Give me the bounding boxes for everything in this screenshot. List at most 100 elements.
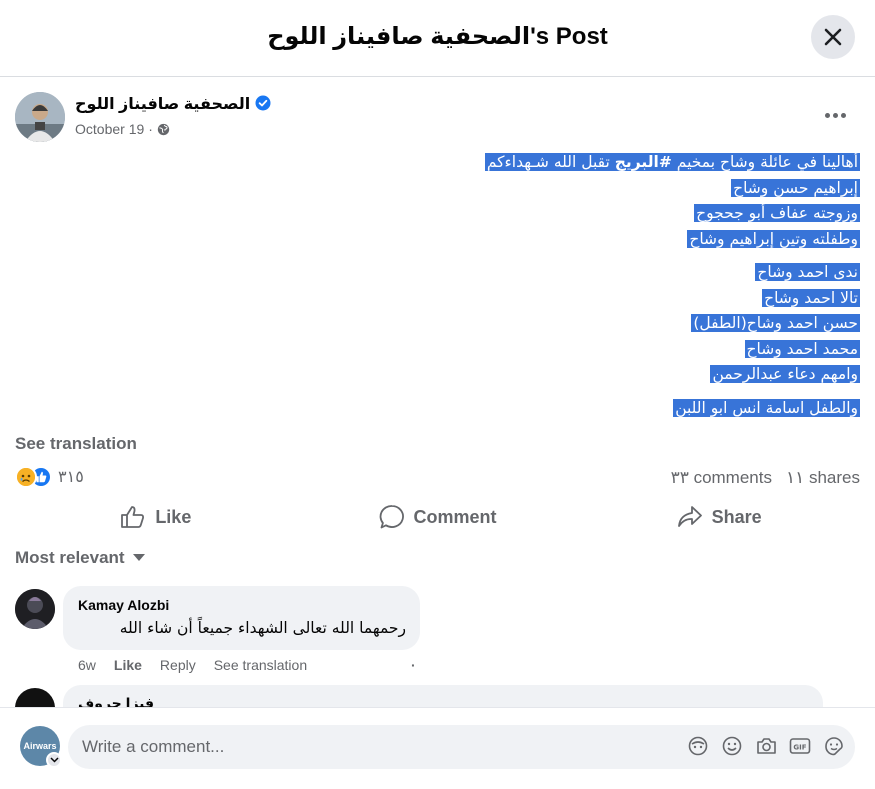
thumbs-up-icon <box>121 506 145 528</box>
comment-bubble: Kamay Alozbi رحمهما الله تعالى الشهداء ج… <box>63 586 420 650</box>
verified-badge-icon <box>255 95 271 111</box>
post-line: وطفلته وتين إبراهيم وشاح <box>160 227 860 253</box>
line-text: إبراهيم حسن وشاح <box>733 178 858 197</box>
comment-input[interactable] <box>82 725 662 769</box>
comment-bubble: فيزا حروف <box>63 685 823 707</box>
svg-text:GIF: GIF <box>793 744 806 752</box>
comment-label: Comment <box>413 506 497 527</box>
comments-count[interactable]: ٣٣ comments <box>671 468 772 488</box>
post-scroll-area[interactable]: الصحفية صافيناز اللوح October 19 · أهالي… <box>0 77 875 707</box>
post-date[interactable]: October 19 <box>75 121 144 137</box>
hashtag-link[interactable]: #البريج <box>615 153 672 171</box>
avatar-sticker-button[interactable] <box>687 735 709 757</box>
line-text: وامهم دعاء عبدالرحمن <box>712 365 858 383</box>
comment-time[interactable]: 6w <box>78 657 96 673</box>
line-text: وزوجته عفاف أبو جحجوح <box>696 204 858 222</box>
highlighted-text: تالا احمد وشاح <box>762 288 860 307</box>
line-text: والطفل اسامة انس ابو اللبن <box>675 398 858 417</box>
comment-see-translation-link[interactable]: See translation <box>214 657 307 673</box>
more-dot <box>840 112 846 118</box>
post-line: إبراهيم حسن وشاح <box>160 176 860 202</box>
comment-meta: 6w Like Reply See translation · <box>78 657 416 673</box>
reaction-count: ٣١٥ <box>58 469 84 486</box>
share-arrow-icon <box>677 506 702 527</box>
post-meta: October 19 · <box>75 121 170 137</box>
author-photo <box>15 92 65 142</box>
comment-composer: Airwars Write a comment... GIF <box>0 707 875 789</box>
close-button[interactable] <box>811 15 855 59</box>
post-text: أهالينا في عائلة وشاح بمخيم #البريج تقبل… <box>160 150 860 429</box>
comment-like-link[interactable]: Like <box>114 657 142 673</box>
post-actions: Like Comment Share <box>15 497 860 537</box>
post-line: أهالينا في عائلة وشاح بمخيم #البريج تقبل… <box>160 150 860 176</box>
author-name[interactable]: الصحفية صافيناز اللوح <box>75 94 250 114</box>
highlighted-text: والطفل اسامة انس ابو اللبن <box>673 398 860 417</box>
post-line: تالا احمد وشاح <box>160 286 860 312</box>
comment-meta-dot: · <box>411 657 416 673</box>
more-dots-icon <box>824 112 830 118</box>
comment-avatar[interactable] <box>15 589 55 629</box>
comment-bubble-icon <box>379 505 404 529</box>
caret-down-icon <box>132 554 145 561</box>
line-text: أهالينا في عائلة وشاح بمخيم <box>671 153 858 171</box>
post-paragraph: أهالينا في عائلة وشاح بمخيم #البريج تقبل… <box>160 150 860 252</box>
sticker-button[interactable] <box>823 735 845 757</box>
line-text: ندى احمد وشاح <box>757 263 858 281</box>
line-text: محمد احمد وشاح <box>746 339 858 358</box>
share-button[interactable]: Share <box>578 497 860 537</box>
comment-box: GIF <box>68 725 855 769</box>
highlighted-text: إبراهيم حسن وشاح <box>731 178 860 197</box>
highlighted-text: محمد احمد وشاح <box>744 339 860 358</box>
highlighted-text: وطفلته وتين إبراهيم وشاح <box>687 229 860 248</box>
profile-switch-button[interactable] <box>46 752 62 768</box>
line-text: تالا احمد وشاح <box>764 288 858 307</box>
chevron-down-icon <box>49 757 59 763</box>
reactions-summary[interactable]: ٣١٥ <box>15 466 84 488</box>
commenter-photo <box>15 589 55 629</box>
dialog-header: الصحفية صافيناز اللوح's Post <box>0 0 875 77</box>
engagement-counts: ٣٣ comments ١١ shares <box>671 468 860 488</box>
comment-text: رحمهما الله تعالى الشهداء جميعاً أن شاء … <box>119 619 406 637</box>
like-label: Like <box>155 506 192 527</box>
like-button[interactable]: Like <box>15 497 297 537</box>
comment-sort-dropdown[interactable]: Most relevant <box>15 548 145 568</box>
more-dot <box>832 112 838 118</box>
comment-author[interactable]: Kamay Alozbi <box>78 597 169 613</box>
comment-reply-link[interactable]: Reply <box>160 657 196 673</box>
post-options-button[interactable] <box>817 103 853 127</box>
comment-author[interactable]: فيزا حروف <box>78 695 154 707</box>
post-paragraph: ندى احمد وشاح تالا احمد وشاح حسن احمد وشاح… <box>160 260 860 388</box>
post-line: وزوجته عفاف أبو جحجوح <box>160 201 860 227</box>
highlighted-text: وزوجته عفاف أبو جحجوح <box>694 204 860 222</box>
line-text: وطفلته وتين إبراهيم وشاح <box>689 229 858 248</box>
meta-separator: · <box>148 121 153 137</box>
post-line: وامهم دعاء عبدالرحمن <box>160 362 860 388</box>
avatar-sticker-icon <box>688 736 708 756</box>
line-text: تقبل الله شـهداءكم <box>486 153 615 171</box>
see-translation-link[interactable]: See translation <box>15 434 137 454</box>
globe-icon <box>157 123 170 135</box>
composer-tools: GIF <box>687 735 845 757</box>
dialog-title: الصحفية صافيناز اللوح's Post <box>267 23 608 50</box>
gif-icon: GIF <box>789 738 811 754</box>
shares-count[interactable]: ١١ shares <box>786 468 860 488</box>
gif-button[interactable]: GIF <box>789 735 811 757</box>
comment-avatar[interactable] <box>15 688 55 707</box>
line-text: حسن احمد وشاح(الطفل) <box>693 314 858 332</box>
camera-icon <box>756 738 776 754</box>
sticker-icon <box>825 737 843 756</box>
highlighted-text: أهالينا في عائلة وشاح بمخيم #البريج تقبل… <box>484 153 860 171</box>
post-line: ندى احمد وشاح <box>160 260 860 286</box>
close-icon <box>824 28 842 46</box>
post-line: محمد احمد وشاح <box>160 337 860 363</box>
photo-button[interactable] <box>755 735 777 757</box>
comment-button[interactable]: Comment <box>297 497 579 537</box>
highlighted-text: وامهم دعاء عبدالرحمن <box>710 365 860 383</box>
emoji-button[interactable] <box>721 735 743 757</box>
post-line: حسن احمد وشاح(الطفل) <box>160 311 860 337</box>
smiley-icon <box>722 736 742 756</box>
author-avatar[interactable] <box>15 92 65 142</box>
post-line: والطفل اسامة انس ابو اللبن <box>160 396 860 422</box>
share-label: Share <box>711 506 762 527</box>
sort-label: Most relevant <box>15 548 125 567</box>
